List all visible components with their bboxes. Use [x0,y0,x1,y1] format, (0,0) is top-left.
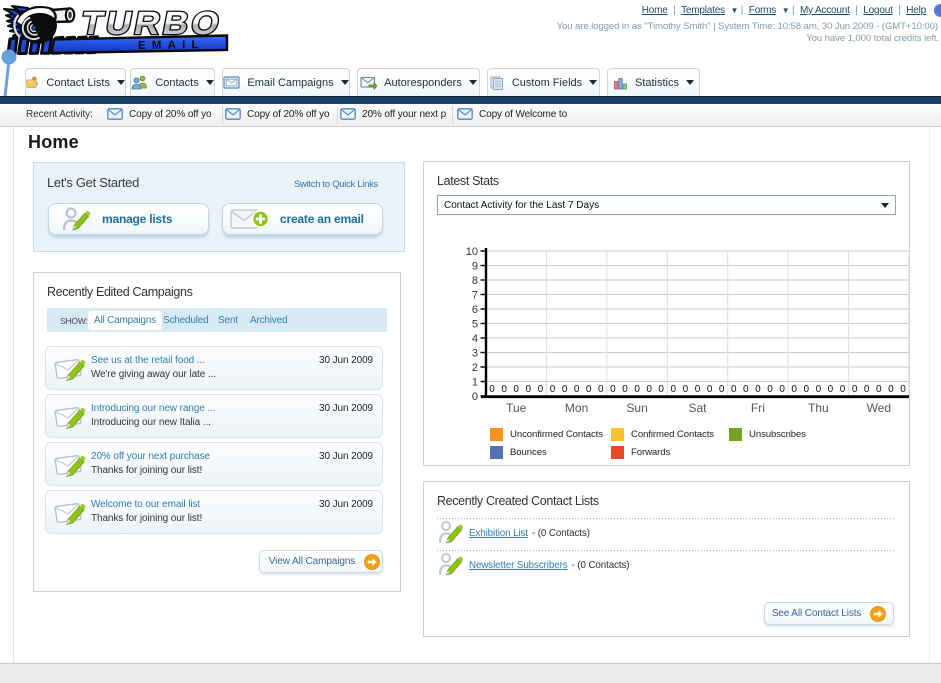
svg-text:Mon: Mon [565,401,588,415]
svg-text:0: 0 [526,384,532,395]
svg-text:3: 3 [472,348,478,360]
svg-text:0: 0 [779,384,785,395]
svg-text:0: 0 [804,384,810,395]
svg-text:0: 0 [513,384,519,395]
svg-text:10: 10 [466,246,478,258]
svg-text:0: 0 [562,384,568,395]
svg-text:0: 0 [828,384,834,395]
svg-text:9: 9 [472,261,478,273]
svg-text:0: 0 [743,384,749,395]
svg-text:0: 0 [755,384,761,395]
svg-text:0: 0 [767,384,773,395]
svg-text:0: 0 [707,384,713,395]
svg-text:0: 0 [791,384,797,395]
svg-text:0: 0 [840,384,846,395]
svg-text:0: 0 [574,384,580,395]
svg-text:TURBO: TURBO [78,6,225,42]
svg-text:0: 0 [888,384,894,395]
svg-text:0: 0 [731,384,737,395]
svg-text:2: 2 [472,362,478,374]
svg-text:0: 0 [658,384,664,395]
svg-text:Fri: Fri [751,401,765,415]
svg-text:0: 0 [864,384,870,395]
svg-text:0: 0 [538,384,544,395]
svg-text:8: 8 [472,275,478,287]
svg-text:0: 0 [472,391,478,403]
svg-text:0: 0 [550,384,556,395]
svg-text:0: 0 [610,384,616,395]
svg-text:6: 6 [472,304,478,316]
svg-text:0: 0 [598,384,604,395]
svg-text:0: 0 [622,384,628,395]
svg-text:0: 0 [719,384,725,395]
svg-text:0: 0 [646,384,652,395]
svg-text:0: 0 [852,384,858,395]
svg-text:4: 4 [472,333,478,345]
svg-text:0: 0 [501,384,507,395]
svg-text:0: 0 [683,384,689,395]
svg-text:Tue: Tue [506,401,527,415]
svg-text:Sun: Sun [626,401,647,415]
svg-text:Wed: Wed [867,401,891,415]
svg-text:5: 5 [472,319,478,331]
svg-text:0: 0 [876,384,882,395]
svg-text:0: 0 [671,384,677,395]
svg-text:0: 0 [634,384,640,395]
svg-text:Sat: Sat [688,401,707,415]
svg-text:0: 0 [900,384,906,395]
svg-text:1: 1 [472,377,478,389]
svg-text:0: 0 [489,384,495,395]
svg-text:Thu: Thu [808,401,829,415]
svg-text:7: 7 [472,290,478,302]
svg-text:0: 0 [586,384,592,395]
svg-text:0: 0 [816,384,822,395]
svg-text:0: 0 [695,384,701,395]
